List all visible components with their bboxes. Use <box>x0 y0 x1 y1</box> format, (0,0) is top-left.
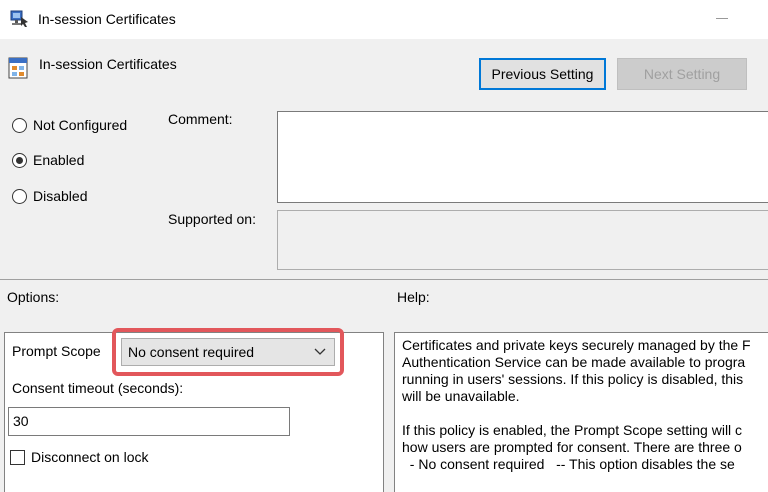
help-line: If this policy is enabled, the Prompt Sc… <box>402 422 743 438</box>
comment-label: Comment: <box>168 111 233 127</box>
radio-label: Not Configured <box>33 117 128 133</box>
radio-label: Enabled <box>33 152 85 168</box>
radio-circle[interactable] <box>12 188 27 204</box>
title-bar: In-session Certificates <box>0 0 768 39</box>
help-line: will be unavailable. <box>402 388 520 404</box>
next-setting-button[interactable]: Next Setting <box>617 58 747 90</box>
minimize-icon[interactable] <box>716 18 728 19</box>
policy-app-icon <box>10 10 28 27</box>
help-line: - No consent required -- This option dis… <box>402 456 735 472</box>
callout-highlight-box <box>112 328 344 376</box>
help-label: Help: <box>397 289 430 305</box>
help-line: Authentication Service can be made avail… <box>402 354 746 370</box>
radio-circle[interactable] <box>12 117 27 133</box>
disconnect-on-lock-checkbox[interactable] <box>10 449 25 465</box>
help-line <box>402 405 768 422</box>
radio-disabled[interactable]: Disabled <box>12 188 87 204</box>
help-line: running in users' sessions. If this poli… <box>402 371 744 387</box>
consent-timeout-input[interactable]: 30 <box>8 407 290 436</box>
radio-not-configured[interactable]: Not Configured <box>12 117 127 133</box>
radio-label: Disabled <box>33 188 88 204</box>
supported-on-label: Supported on: <box>168 211 256 227</box>
policy-setting-icon <box>8 57 28 79</box>
section-divider <box>0 279 768 280</box>
prompt-scope-label: Prompt Scope <box>12 343 101 359</box>
window-title: In-session Certificates <box>38 11 176 27</box>
consent-timeout-label: Consent timeout (seconds): <box>12 380 184 396</box>
policy-title: In-session Certificates <box>39 56 177 72</box>
previous-setting-button[interactable]: Previous Setting <box>479 58 606 90</box>
comment-textarea[interactable] <box>277 111 768 203</box>
radio-enabled[interactable]: Enabled <box>12 152 84 168</box>
radio-circle[interactable] <box>12 152 27 168</box>
options-label: Options: <box>7 289 60 305</box>
checkbox-label: Disconnect on lock <box>31 449 149 465</box>
supported-on-field <box>277 210 768 270</box>
help-panel: Certificates and private keys securely m… <box>394 332 768 492</box>
disconnect-on-lock-option[interactable]: Disconnect on lock <box>10 449 149 465</box>
help-line: Certificates and private keys securely m… <box>402 337 751 353</box>
help-line: how users are prompted for consent. Ther… <box>402 439 742 455</box>
